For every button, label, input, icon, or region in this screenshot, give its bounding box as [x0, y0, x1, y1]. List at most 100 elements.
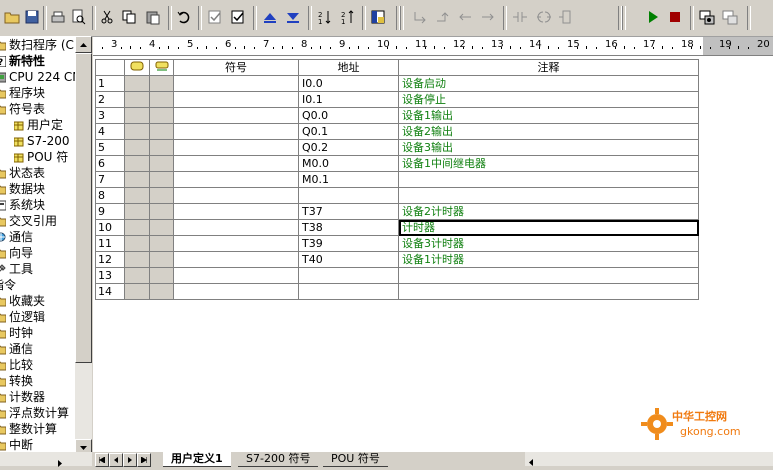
- stop-icon[interactable]: [665, 7, 685, 27]
- unused-cell[interactable]: [149, 123, 174, 140]
- comment-cell[interactable]: 设备启动: [398, 75, 699, 92]
- compile-all-icon[interactable]: [228, 7, 248, 27]
- overlap-cell[interactable]: [124, 187, 150, 204]
- tree-item[interactable]: 指令: [0, 277, 16, 293]
- symbol-cell[interactable]: [173, 75, 299, 92]
- comment-cell[interactable]: 设备3输出: [398, 139, 699, 156]
- tab-last-icon[interactable]: [137, 453, 151, 467]
- tree-item[interactable]: 向导: [0, 245, 33, 261]
- tree-item[interactable]: 通信: [0, 229, 33, 245]
- address-cell[interactable]: M0.0: [298, 155, 399, 172]
- cut-icon[interactable]: [97, 7, 117, 27]
- symbol-cell[interactable]: [173, 139, 299, 156]
- comment-cell[interactable]: [398, 267, 699, 284]
- tree-item[interactable]: 交叉引用: [0, 213, 57, 229]
- table-row[interactable]: 7 M0.1: [95, 171, 699, 188]
- symbol-cell[interactable]: [173, 91, 299, 108]
- tree-item[interactable]: POU 符: [14, 149, 68, 165]
- comment-cell[interactable]: [398, 171, 699, 188]
- tree-item[interactable]: 程序块: [0, 85, 45, 101]
- download-icon[interactable]: [283, 7, 303, 27]
- symbol-cell[interactable]: [173, 251, 299, 268]
- print-icon[interactable]: [48, 7, 68, 27]
- symbol-cell[interactable]: [173, 219, 299, 236]
- tree-item[interactable]: 数扫程序 (C:\F: [0, 37, 75, 53]
- overlap-cell[interactable]: [124, 203, 150, 220]
- unused-cell[interactable]: [149, 187, 174, 204]
- overlap-cell[interactable]: [124, 267, 150, 284]
- print-preview-icon[interactable]: [68, 7, 88, 27]
- address-cell[interactable]: Q0.1: [298, 123, 399, 140]
- tree-item[interactable]: 比较: [0, 357, 33, 373]
- address-cell[interactable]: Q0.2: [298, 139, 399, 156]
- address-cell[interactable]: I0.0: [298, 75, 399, 92]
- unused-cell[interactable]: [149, 171, 174, 188]
- project-tree[interactable]: 数扫程序 (C:\F? 新特性 CPU 224 CN 程序块符号表用户定 S7-200 P…: [0, 36, 75, 456]
- paste-icon[interactable]: [143, 7, 163, 27]
- unused-column-header[interactable]: [149, 59, 174, 76]
- table-horizontal-scrollbar[interactable]: [525, 452, 773, 466]
- tree-item[interactable]: 计数器: [0, 389, 45, 405]
- scroll-up-icon[interactable]: [75, 36, 92, 53]
- address-cell[interactable]: [298, 283, 399, 300]
- comment-cell[interactable]: 设备2计时器: [398, 203, 699, 220]
- compile-icon[interactable]: [205, 7, 225, 27]
- overlap-cell[interactable]: [124, 123, 150, 140]
- tree-item[interactable]: 数据块: [0, 181, 45, 197]
- unused-cell[interactable]: [149, 219, 174, 236]
- address-cell[interactable]: [298, 267, 399, 284]
- tab-first-icon[interactable]: [95, 453, 109, 467]
- overlap-cell[interactable]: [124, 107, 150, 124]
- overlap-cell[interactable]: [124, 283, 150, 300]
- symbol-cell[interactable]: [173, 235, 299, 252]
- symbol-cell[interactable]: [173, 155, 299, 172]
- table-row[interactable]: 1 I0.0 设备启动: [95, 75, 699, 92]
- comment-cell[interactable]: 设备1中间继电器: [398, 155, 699, 172]
- tree-item[interactable]: 转换: [0, 373, 33, 389]
- overlap-cell[interactable]: [124, 75, 150, 92]
- overlap-cell[interactable]: [124, 139, 150, 156]
- unused-cell[interactable]: [149, 203, 174, 220]
- upload-icon[interactable]: [260, 7, 280, 27]
- overlap-cell[interactable]: [124, 155, 150, 172]
- unused-cell[interactable]: [149, 75, 174, 92]
- symbol-cell[interactable]: [173, 107, 299, 124]
- tree-item[interactable]: 通信: [0, 341, 33, 357]
- tree-item[interactable]: 用户定: [14, 117, 63, 133]
- unused-cell[interactable]: [149, 251, 174, 268]
- symbol-cell[interactable]: [173, 283, 299, 300]
- address-cell[interactable]: T39: [298, 235, 399, 252]
- symbol-column-header[interactable]: 符号: [173, 59, 299, 76]
- symbol-cell[interactable]: [173, 123, 299, 140]
- comment-cell[interactable]: 设备1计时器: [398, 251, 699, 268]
- symbol-cell[interactable]: [173, 203, 299, 220]
- tree-item[interactable]: 时钟: [0, 325, 33, 341]
- symbol-cell[interactable]: [173, 171, 299, 188]
- comment-cell[interactable]: 计时器: [398, 219, 699, 236]
- sort-descending-icon[interactable]: 21: [338, 7, 358, 27]
- tree-item[interactable]: 中断: [0, 437, 33, 453]
- overlap-cell[interactable]: [124, 171, 150, 188]
- address-cell[interactable]: T38: [298, 219, 399, 236]
- table-row[interactable]: 4 Q0.1 设备2输出: [95, 123, 699, 140]
- unused-cell[interactable]: [149, 235, 174, 252]
- tab-next-icon[interactable]: [123, 453, 137, 467]
- tree-item[interactable]: S7-200: [14, 133, 70, 149]
- comment-cell[interactable]: [398, 187, 699, 204]
- unused-cell[interactable]: [149, 267, 174, 284]
- run-icon[interactable]: [643, 7, 663, 27]
- overlap-column-header[interactable]: [124, 59, 150, 76]
- status-icon[interactable]: [720, 7, 740, 27]
- tree-item[interactable]: ? 新特性: [0, 53, 45, 69]
- symbol-cell[interactable]: [173, 187, 299, 204]
- comment-cell[interactable]: 设备3计时器: [398, 235, 699, 252]
- address-column-header[interactable]: 地址: [298, 59, 399, 76]
- table-row[interactable]: 9 T37 设备2计时器: [95, 203, 699, 220]
- tab-s7-200-symbols[interactable]: S7-200 符号: [238, 452, 319, 467]
- address-cell[interactable]: T40: [298, 251, 399, 268]
- address-cell[interactable]: [298, 187, 399, 204]
- tab-pou-symbols[interactable]: POU 符号: [323, 452, 388, 467]
- table-row[interactable]: 8: [95, 187, 699, 204]
- table-row[interactable]: 11 T39 设备3计时器: [95, 235, 699, 252]
- comment-cell[interactable]: 设备1输出: [398, 107, 699, 124]
